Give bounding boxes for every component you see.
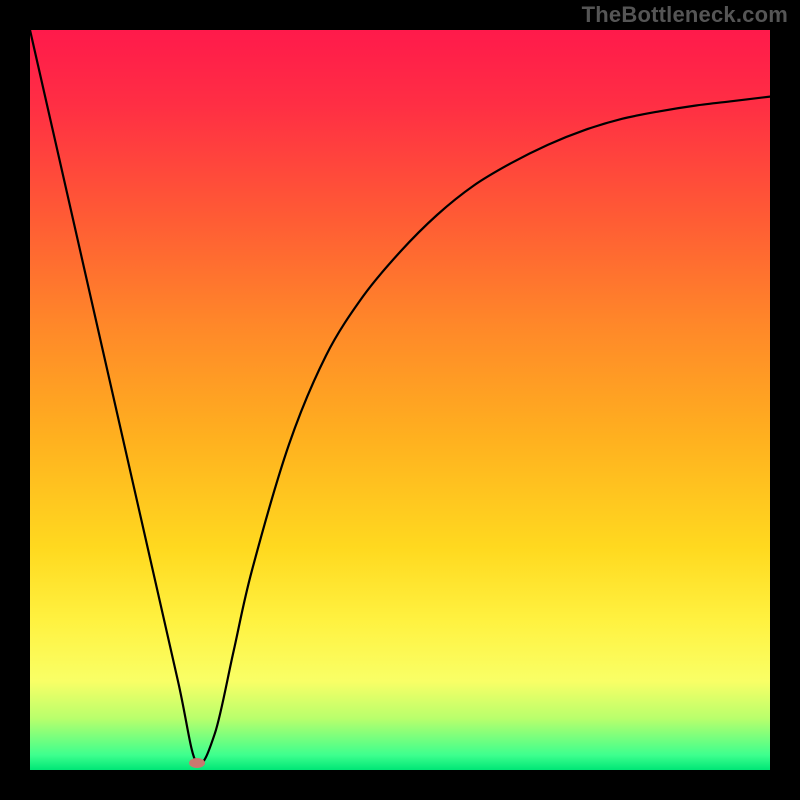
bottleneck-curve	[30, 30, 770, 770]
plot-area	[30, 30, 770, 770]
optimum-marker	[189, 758, 205, 768]
watermark-text: TheBottleneck.com	[582, 2, 788, 28]
chart-container: TheBottleneck.com	[0, 0, 800, 800]
curve-path	[30, 30, 770, 765]
